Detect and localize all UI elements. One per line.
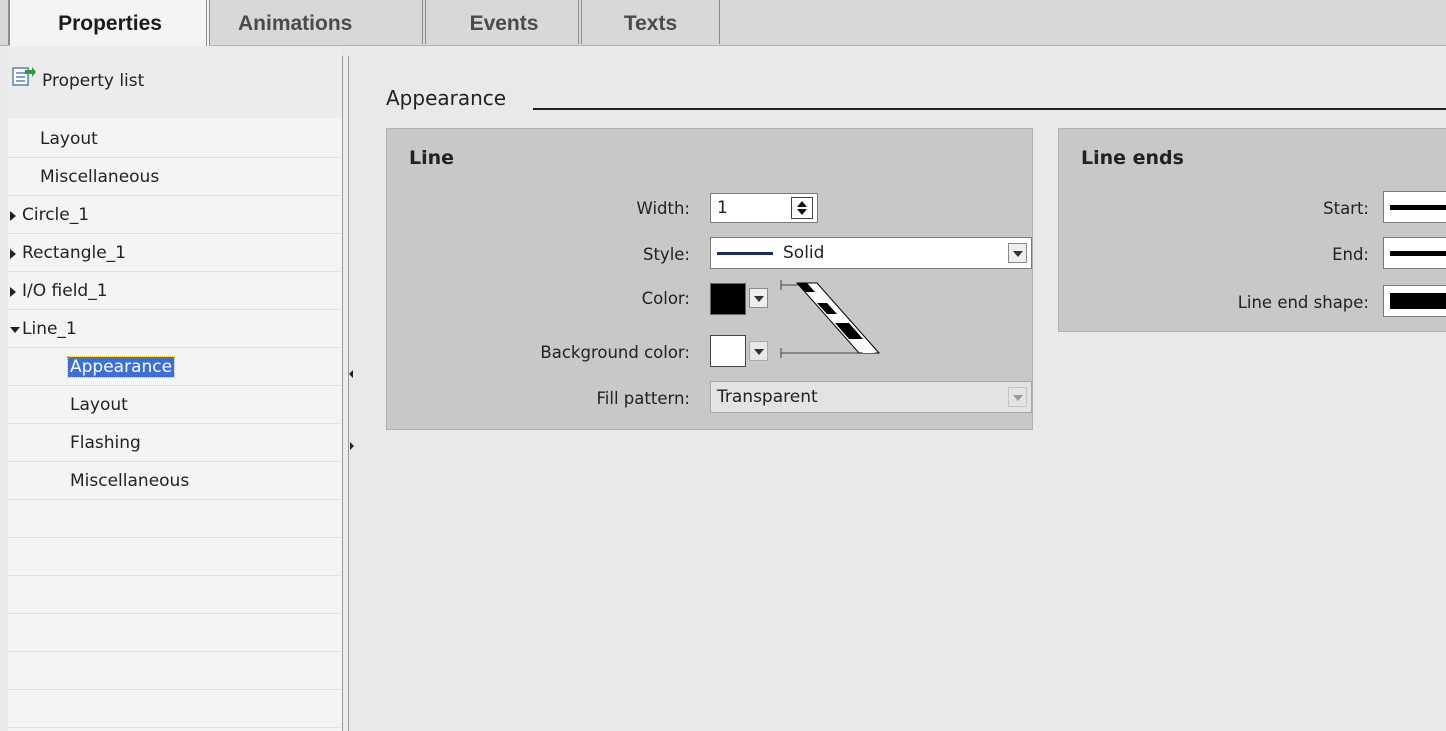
nav-item-label: Miscellaneous: [70, 471, 190, 491]
fill-pattern-label: Fill pattern:: [596, 389, 690, 408]
nav-item-layout[interactable]: Layout: [8, 120, 342, 158]
collapse-left-icon[interactable]: [349, 370, 353, 378]
style-label: Style:: [642, 245, 690, 264]
line-end-shape-dropdown[interactable]: [1383, 285, 1446, 317]
nav-item-line-1[interactable]: Line_1: [8, 310, 342, 348]
properties-content: Appearance Line Width: 1 Style: Solid Co…: [360, 46, 1446, 731]
spin-up-icon[interactable]: [797, 201, 807, 207]
start-label: Start:: [1323, 199, 1369, 218]
tab-bar: Properties Animations Events Texts: [0, 0, 1446, 46]
width-label: Width:: [636, 199, 691, 218]
background-color-swatch[interactable]: [710, 335, 746, 367]
nav-item-label: Flashing: [70, 433, 141, 453]
nav-item-label-selected: Appearance: [66, 356, 176, 378]
color-label: Color:: [641, 289, 690, 308]
fill-pattern-value: Transparent: [717, 387, 818, 407]
line-preview-graphic: [780, 280, 881, 358]
nav-empty-row: [8, 614, 342, 652]
nav-item-miscellaneous[interactable]: Miscellaneous: [8, 158, 342, 196]
end-label: End:: [1332, 245, 1369, 264]
nav-item-line-miscellaneous[interactable]: Miscellaneous: [8, 462, 342, 500]
property-list-icon: [12, 67, 36, 86]
property-list-header[interactable]: Property list: [8, 46, 342, 118]
expand-arrow-icon[interactable]: [10, 249, 16, 259]
nav-empty-row: [8, 576, 342, 614]
spinner-buttons[interactable]: [791, 197, 813, 219]
nav-item-label: Miscellaneous: [40, 167, 160, 187]
line-end-shape-label: Line end shape:: [1237, 293, 1369, 312]
nav-item-label: Line_1: [22, 319, 77, 339]
property-list-label: Property list: [42, 71, 145, 91]
section-divider: [533, 108, 1446, 110]
color-dropdown-arrow-icon[interactable]: [749, 288, 768, 308]
nav-item-label: Layout: [40, 129, 98, 149]
group-title: Line: [409, 147, 455, 169]
nav-item-io-field-1[interactable]: I/O field_1: [8, 272, 342, 310]
tab-texts[interactable]: Texts: [582, 0, 720, 44]
nav-item-label: I/O field_1: [22, 281, 108, 301]
tab-properties[interactable]: Properties: [10, 0, 210, 46]
expand-right-icon[interactable]: [350, 442, 354, 450]
style-value: Solid: [783, 243, 825, 263]
nav-item-label: Circle_1: [22, 205, 90, 225]
nav-empty-row: [8, 652, 342, 690]
nav-item-rectangle-1[interactable]: Rectangle_1: [8, 234, 342, 272]
solid-line-preview: [717, 252, 773, 255]
tab-label: Events: [469, 12, 539, 35]
nav-item-appearance[interactable]: Appearance: [8, 348, 342, 386]
nav-item-label: Rectangle_1: [22, 243, 127, 263]
spin-down-icon[interactable]: [797, 209, 807, 215]
expand-arrow-icon[interactable]: [10, 211, 16, 221]
line-group: Line Width: 1 Style: Solid Color: Backgr…: [386, 128, 1033, 430]
background-color-dropdown-arrow-icon[interactable]: [749, 341, 768, 361]
color-swatch[interactable]: [710, 283, 746, 315]
start-dropdown[interactable]: [1383, 191, 1446, 223]
line-start-preview: [1390, 205, 1446, 210]
nav-item-flashing[interactable]: Flashing: [8, 424, 342, 462]
tab-animations[interactable]: Animations: [210, 0, 426, 44]
nav-empty-row: [8, 500, 342, 538]
expand-arrow-icon[interactable]: [10, 287, 16, 297]
collapse-arrow-icon[interactable]: [10, 327, 20, 333]
splitter-bar[interactable]: [344, 56, 349, 731]
line-end-preview: [1390, 251, 1446, 256]
section-title: Appearance: [386, 86, 507, 110]
dropdown-arrow-icon[interactable]: [1008, 387, 1027, 407]
dropdown-arrow-icon[interactable]: [1008, 243, 1027, 263]
tab-events[interactable]: Events: [426, 0, 582, 44]
tab-label: Animations: [238, 12, 353, 35]
nav-empty-row: [8, 690, 342, 728]
width-spinner[interactable]: 1: [710, 193, 818, 223]
width-value: 1: [717, 198, 728, 218]
rounded-end-preview: [1390, 293, 1446, 309]
background-color-label: Background color:: [540, 343, 690, 362]
group-title: Line ends: [1081, 147, 1184, 169]
end-dropdown[interactable]: [1383, 237, 1446, 269]
nav-empty-row: [8, 538, 342, 576]
nav-item-circle-1[interactable]: Circle_1: [8, 196, 342, 234]
style-dropdown[interactable]: Solid: [710, 237, 1032, 269]
fill-pattern-dropdown[interactable]: Transparent: [710, 381, 1032, 413]
line-ends-group: Line ends Start: End: Line end shape:: [1058, 128, 1446, 332]
property-nav: Property list Layout Miscellaneous Circl…: [8, 46, 342, 731]
nav-item-label: Layout: [70, 395, 128, 415]
tab-label: Texts: [623, 12, 678, 35]
tab-label: Properties: [58, 12, 162, 35]
panel-splitter[interactable]: [342, 56, 359, 731]
nav-item-line-layout[interactable]: Layout: [8, 386, 342, 424]
